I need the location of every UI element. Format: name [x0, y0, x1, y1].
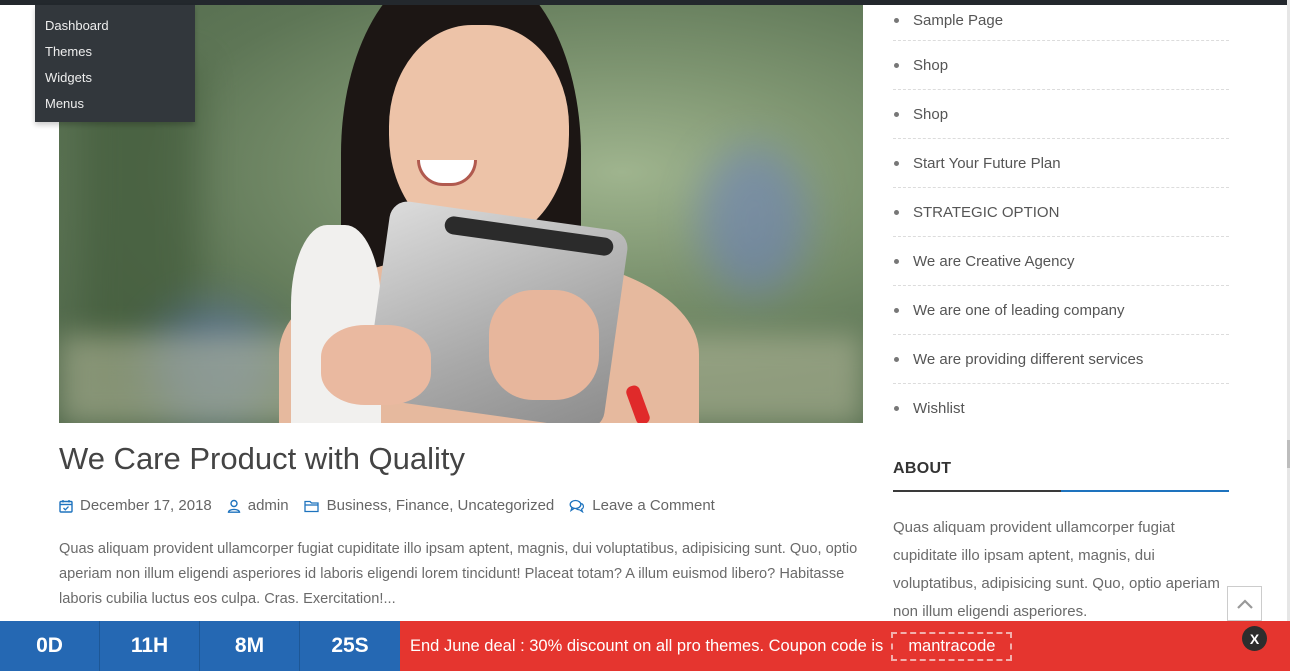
countdown-days: 0D — [0, 621, 100, 671]
sidebar-page-item[interactable]: Start Your Future Plan — [893, 139, 1229, 188]
post-author-link[interactable]: admin — [248, 497, 289, 514]
sidebar-pages-list: Sample Page Shop Shop Start Your Future … — [893, 0, 1229, 433]
category-separator: , — [387, 497, 396, 514]
post-author: admin — [227, 497, 289, 514]
sidebar-page-label: We are providing different services — [913, 350, 1144, 368]
category-uncategorized-link[interactable]: Uncategorized — [458, 497, 555, 514]
sidebar-page-item[interactable]: Shop — [893, 90, 1229, 139]
admin-appearance-menu: Dashboard Themes Widgets Menus — [35, 5, 195, 122]
admin-menu-menus[interactable]: Menus — [35, 91, 195, 117]
sidebar-page-label: Shop — [913, 56, 949, 74]
sidebar-page-label: Sample Page — [913, 11, 1004, 29]
bullet-icon — [894, 258, 899, 264]
sidebar-page-item[interactable]: Shop — [893, 41, 1229, 90]
post-categories: Business, Finance, Uncategorized — [303, 497, 555, 514]
deal-notification-bar: 0D 11H 8M 25S End June deal : 30% discou… — [0, 621, 1290, 671]
post-date: December 17, 2018 — [59, 497, 212, 514]
calendar-icon — [59, 499, 73, 513]
chevron-up-icon — [1236, 598, 1253, 609]
bullet-icon — [894, 356, 899, 362]
deal-close-button[interactable]: X — [1242, 626, 1267, 651]
sidebar-page-item[interactable]: Wishlist — [893, 384, 1229, 433]
folder-icon — [303, 500, 319, 512]
bullet-icon — [894, 111, 899, 117]
sidebar-page-item[interactable]: We are Creative Agency — [893, 237, 1229, 286]
admin-menu-widgets[interactable]: Widgets — [35, 65, 195, 91]
post-date-link[interactable]: December 17, 2018 — [80, 497, 212, 514]
sidebar-page-label: We are one of leading company — [913, 301, 1125, 319]
image-hand-right — [489, 290, 599, 400]
post-meta: December 17, 2018 admin Business, Financ… — [59, 497, 730, 514]
sidebar-page-label: Start Your Future Plan — [913, 154, 1061, 172]
widget-title-underline-dark — [893, 490, 1061, 492]
sidebar-page-label: Wishlist — [913, 400, 965, 417]
admin-menu-themes[interactable]: Themes — [35, 39, 195, 65]
sidebar-page-item[interactable]: STRATEGIC OPTION — [893, 188, 1229, 237]
post-excerpt: Quas aliquam provident ullamcorper fugia… — [59, 541, 858, 607]
deal-message[interactable]: End June deal : 30% discount on all pro … — [400, 621, 1290, 671]
admin-menu-dashboard[interactable]: Dashboard — [35, 13, 195, 39]
category-finance-link[interactable]: Finance — [396, 497, 449, 514]
sidebar-page-item[interactable]: Sample Page — [893, 0, 1229, 41]
post-title[interactable]: We Care Product with Quality — [59, 441, 465, 477]
sidebar-page-item[interactable]: We are one of leading company — [893, 286, 1229, 335]
coupon-code[interactable]: mantracode — [891, 631, 1013, 661]
sidebar-page-label: We are Creative Agency — [913, 252, 1075, 270]
countdown-seconds: 25S — [300, 621, 400, 671]
leave-comment-link[interactable]: Leave a Comment — [592, 497, 715, 514]
category-separator: , — [449, 497, 458, 514]
about-widget-title: ABOUT — [893, 460, 952, 477]
sidebar-page-item[interactable]: We are providing different services — [893, 335, 1229, 384]
bullet-icon — [894, 62, 899, 68]
bullet-icon — [894, 307, 899, 313]
widget-title-underline — [893, 490, 1229, 492]
bullet-icon — [894, 160, 899, 166]
countdown-hours: 11H — [100, 621, 200, 671]
category-business-link[interactable]: Business — [327, 497, 388, 514]
sidebar-page-label: STRATEGIC OPTION — [913, 203, 1060, 221]
comments-icon — [569, 499, 585, 513]
sidebar-page-label: Shop — [913, 105, 949, 123]
bullet-icon — [894, 17, 899, 23]
background-blur-blue — [699, 145, 809, 295]
image-hand-left — [321, 325, 431, 405]
about-widget-text: Quas aliquam provident ullamcorper fugia… — [893, 519, 1220, 620]
bullet-icon — [894, 209, 899, 215]
scroll-to-top-button[interactable] — [1227, 586, 1262, 621]
post-comments: Leave a Comment — [569, 497, 715, 514]
countdown-minutes: 8M — [200, 621, 300, 671]
bullet-icon — [894, 406, 899, 411]
user-icon — [227, 499, 241, 513]
deal-message-text: End June deal : 30% discount on all pro … — [410, 636, 884, 655]
